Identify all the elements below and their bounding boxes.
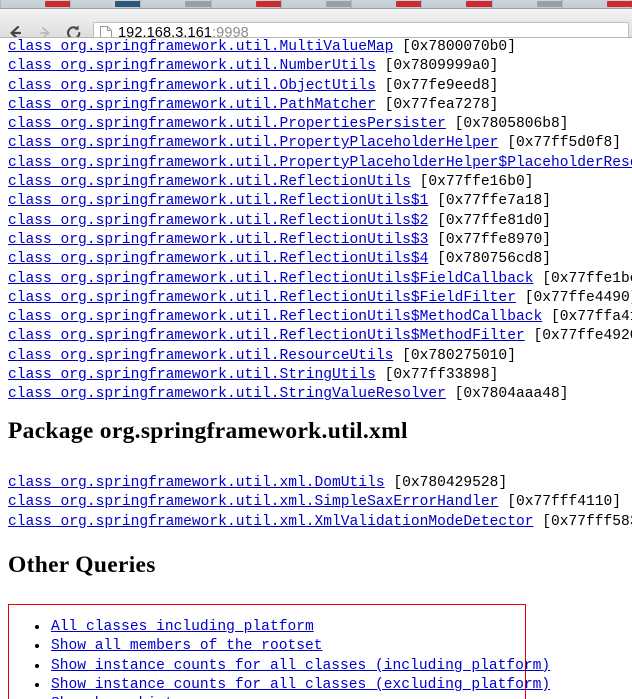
class-link[interactable]: class org.springframework.util.StringUti… (8, 367, 376, 383)
class-link[interactable]: class org.springframework.util.MultiValu… (8, 39, 393, 55)
class-address: [0x780429528] (385, 475, 508, 491)
class-address: [0x77fe9eed8] (376, 78, 499, 94)
class-link[interactable]: class org.springframework.util.ObjectUti… (8, 78, 376, 94)
forward-button[interactable] (33, 21, 57, 38)
other-query-link[interactable]: Show instance counts for all classes (ex… (51, 677, 550, 693)
class-link[interactable]: class org.springframework.util.PropertyP… (8, 135, 498, 151)
class-list-item: class org.springframework.util.PropertyP… (0, 134, 632, 153)
class-list-item: class org.springframework.util.ObjectUti… (0, 77, 632, 96)
class-address: [0x77ffe4490] (516, 290, 632, 306)
back-button[interactable] (4, 21, 28, 38)
class-address: [0x77ffa4128] (542, 309, 632, 325)
class-address: [0x77ffe81d0] (428, 213, 551, 229)
class-list-item: class org.springframework.util.Reflectio… (0, 231, 632, 250)
class-link[interactable]: class org.springframework.util.Reflectio… (8, 174, 411, 190)
other-query-link[interactable]: Show instance counts for all classes (in… (51, 658, 550, 674)
class-list-item: class org.springframework.util.StringVal… (0, 385, 632, 404)
other-queries-list: All classes including platform Show all m… (9, 605, 525, 699)
class-link[interactable]: class org.springframework.util.Reflectio… (8, 213, 428, 229)
class-address: [0x77fff4110] (498, 494, 621, 510)
class-list-item: class org.springframework.util.Reflectio… (0, 192, 632, 211)
class-link[interactable]: class org.springframework.util.Reflectio… (8, 328, 525, 344)
class-link[interactable]: class org.springframework.util.NumberUti… (8, 58, 376, 74)
class-link[interactable]: class org.springframework.util.Propertie… (8, 116, 446, 132)
forward-arrow-icon (36, 24, 54, 38)
class-list-item: class org.springframework.util.Reflectio… (0, 289, 632, 308)
class-list-util-xml: class org.springframework.util.xml.DomUt… (0, 474, 632, 532)
class-address: [0x7804aaa48] (446, 386, 569, 402)
class-address: [0x7809999a0] (376, 58, 499, 74)
class-list-item: class org.springframework.util.ResourceU… (0, 347, 632, 366)
browser-toolbar: 192.168.3.161:9998 (0, 9, 632, 37)
class-link[interactable]: class org.springframework.util.Reflectio… (8, 290, 516, 306)
class-list-item: class org.springframework.util.Reflectio… (0, 327, 632, 346)
class-link[interactable]: class org.springframework.util.PathMatch… (8, 97, 376, 113)
reload-icon (65, 24, 83, 38)
class-link[interactable]: class org.springframework.util.Reflectio… (8, 271, 533, 287)
page-content: class org.springframework.util.MultiValu… (0, 38, 632, 699)
class-address: [0x77fea7278] (376, 97, 499, 113)
class-address: [0x7800070b0] (393, 39, 516, 55)
class-list-item: class org.springframework.util.NumberUti… (0, 57, 632, 76)
class-list-item: class org.springframework.util.xml.DomUt… (0, 474, 632, 493)
other-queries-box: All classes including platform Show all m… (8, 604, 526, 699)
class-address: [0x780275010] (393, 348, 516, 364)
class-list-item: class org.springframework.util.PropertyP… (0, 154, 632, 173)
class-list-item: class org.springframework.util.Reflectio… (0, 173, 632, 192)
class-list-item: class org.springframework.util.MultiValu… (0, 38, 632, 57)
browser-chrome: 192.168.3.161:9998 (0, 0, 632, 38)
other-query-item: Show instance counts for all classes (in… (49, 657, 525, 676)
package-heading: Package org.springframework.util.xml (0, 418, 408, 445)
class-list-item: class org.springframework.util.Reflectio… (0, 270, 632, 289)
class-address: [0x77ffe1bc0] (533, 271, 632, 287)
class-link[interactable]: class org.springframework.util.PropertyP… (8, 155, 632, 171)
class-address: [0x77ffe8970] (428, 232, 551, 248)
class-link[interactable]: class org.springframework.util.Reflectio… (8, 193, 428, 209)
class-list-item: class org.springframework.util.StringUti… (0, 366, 632, 385)
address-bar[interactable]: 192.168.3.161:9998 (93, 22, 629, 38)
class-list-util: class org.springframework.util.MultiValu… (0, 38, 632, 405)
class-address: [0x77ffe7a18] (428, 193, 551, 209)
other-query-item: All classes including platform (49, 618, 525, 637)
other-query-item: Show heap histogram (49, 695, 525, 699)
class-link[interactable]: class org.springframework.util.xml.Simpl… (8, 494, 498, 510)
class-link[interactable]: class org.springframework.util.StringVal… (8, 386, 446, 402)
other-queries-heading: Other Queries (0, 552, 156, 579)
back-arrow-icon (7, 24, 25, 38)
other-query-item: Show instance counts for all classes (ex… (49, 676, 525, 695)
class-link[interactable]: class org.springframework.util.Reflectio… (8, 251, 428, 267)
class-list-item: class org.springframework.util.Reflectio… (0, 250, 632, 269)
class-link[interactable]: class org.springframework.util.xml.DomUt… (8, 475, 385, 491)
class-link[interactable]: class org.springframework.util.Reflectio… (8, 232, 428, 248)
reload-button[interactable] (62, 21, 86, 38)
class-list-item: class org.springframework.util.PathMatch… (0, 96, 632, 115)
tab-favicon-icon (607, 1, 632, 7)
class-list-item: class org.springframework.util.xml.XmlVa… (0, 513, 632, 532)
class-link[interactable]: class org.springframework.util.xml.XmlVa… (8, 514, 533, 530)
class-address: [0x77ff5d0f8] (498, 135, 621, 151)
class-list-item: class org.springframework.util.Reflectio… (0, 308, 632, 327)
class-list-item: class org.springframework.util.Propertie… (0, 115, 632, 134)
class-list-item: class org.springframework.util.Reflectio… (0, 212, 632, 231)
class-address: [0x77ffe4920] (525, 328, 632, 344)
class-address: [0x77ffe16b0] (411, 174, 534, 190)
other-query-link[interactable]: Show all members of the rootset (51, 638, 323, 654)
class-link[interactable]: class org.springframework.util.Reflectio… (8, 309, 542, 325)
class-link[interactable]: class org.springframework.util.ResourceU… (8, 348, 393, 364)
other-query-item: Show all members of the rootset (49, 637, 525, 656)
other-query-link[interactable]: All classes including platform (51, 619, 314, 635)
class-list-item: class org.springframework.util.xml.Simpl… (0, 493, 632, 512)
class-address: [0x77ff33898] (376, 367, 499, 383)
class-address: [0x780756cd8] (428, 251, 551, 267)
class-address: [0x7805806b8] (446, 116, 569, 132)
class-address: [0x77fff5830] (533, 514, 632, 530)
